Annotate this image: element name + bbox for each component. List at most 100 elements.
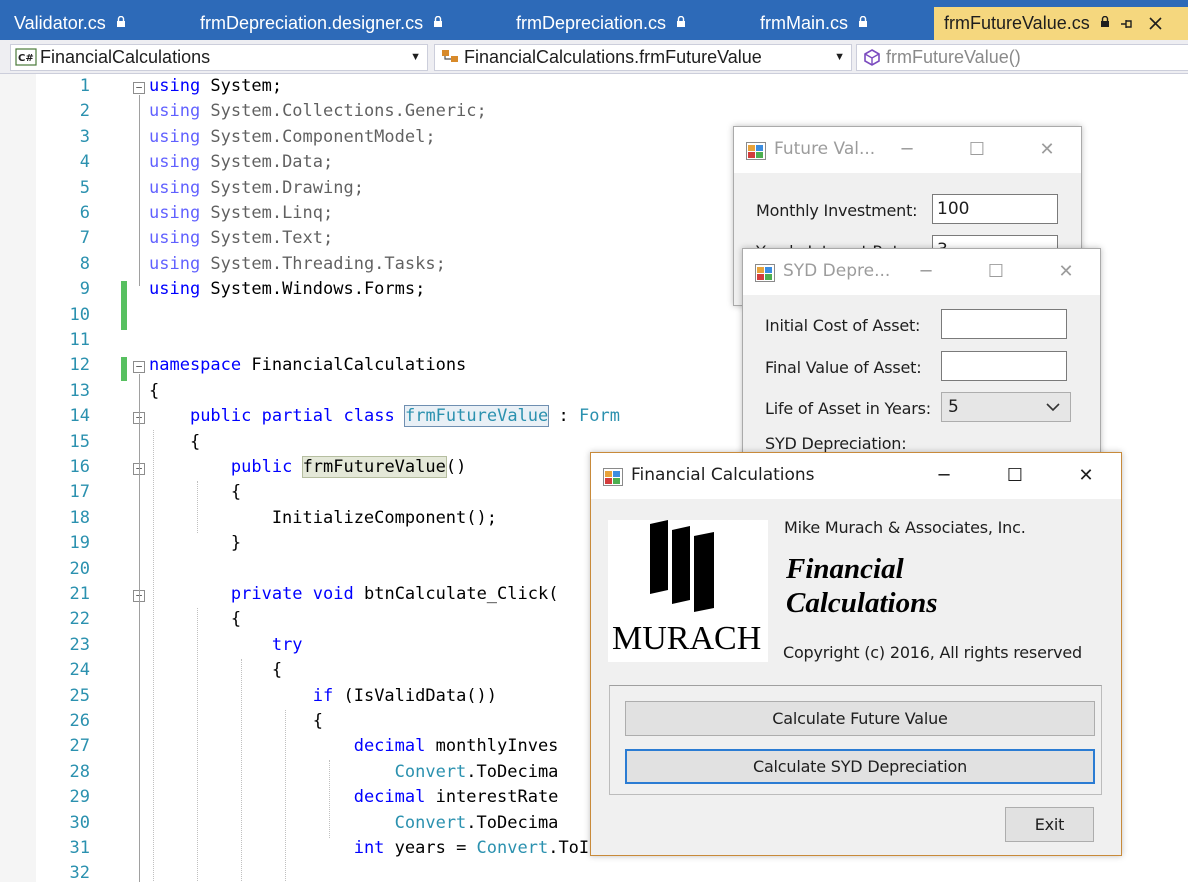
calculate-syd-depreciation-button[interactable]: Calculate SYD Depreciation <box>625 749 1095 784</box>
tab-frmdepreciation-designer[interactable]: frmDepreciation.designer.cs <box>190 7 443 40</box>
code-token: System.Linq; <box>200 203 334 223</box>
company-name: Mike Murach & Associates, Inc. <box>784 518 1026 537</box>
line-number: 16 <box>69 457 90 477</box>
line-number: 11 <box>69 330 90 350</box>
tab-validator[interactable]: Validator.cs <box>4 7 126 40</box>
code-token: System.Data; <box>200 152 334 173</box>
pin-icon[interactable] <box>1120 17 1134 31</box>
line-number: 8 <box>79 253 90 274</box>
line-number: 19 <box>69 533 90 554</box>
code-token: { <box>149 482 242 503</box>
code-token: FinancialCalculations <box>241 355 467 376</box>
line-number: 4 <box>79 152 90 173</box>
code-line[interactable]: using System; <box>149 76 282 96</box>
final-value-field[interactable] <box>941 351 1067 381</box>
initial-cost-field[interactable] <box>941 309 1067 339</box>
indent-guide <box>241 658 242 882</box>
gutter <box>0 74 36 882</box>
code-line[interactable]: decimal interestRate <box>149 787 559 807</box>
code-token: } <box>149 533 242 554</box>
tab-frmmain[interactable]: frmMain.cs <box>750 7 868 40</box>
title-bar[interactable]: Financial Calculations ─ ☐ ✕ <box>591 453 1121 499</box>
code-token: using <box>149 228 201 249</box>
project-dropdown[interactable]: C# FinancialCalculations ▼ <box>10 44 428 71</box>
monthly-investment-label: Monthly Investment: <box>756 201 918 220</box>
financial-calculations-window[interactable]: Financial Calculations ─ ☐ ✕ MURACH Mike… <box>590 452 1122 856</box>
line-number: 9 <box>79 279 90 300</box>
code-line[interactable]: { <box>149 381 159 401</box>
code-line[interactable]: Convert.ToDecima <box>149 812 559 833</box>
code-token: System.Threading.Tasks; <box>200 253 446 274</box>
murach-logo: MURACH <box>608 520 768 662</box>
code-token: Convert <box>394 812 467 833</box>
code-line[interactable]: { <box>149 432 200 452</box>
outline-line <box>139 476 140 541</box>
method-icon <box>864 49 880 66</box>
code-line[interactable]: decimal monthlyInves <box>149 736 559 756</box>
code-line[interactable]: using System.Collections.Generic; <box>149 101 487 121</box>
code-line[interactable]: InitializeComponent(); <box>149 508 497 528</box>
code-line[interactable]: using System.ComponentModel; <box>149 127 436 147</box>
code-line[interactable]: { <box>149 711 323 731</box>
member-dropdown[interactable]: frmFutureValue() <box>856 44 1188 71</box>
close-button[interactable]: ✕ <box>1063 461 1109 491</box>
minimize-button[interactable]: ─ <box>921 461 967 491</box>
code-line[interactable]: public frmFutureValue() <box>149 456 466 478</box>
close-button[interactable]: ✕ <box>1024 135 1070 165</box>
tab-frmdepreciation[interactable]: frmDepreciation.cs <box>506 7 686 40</box>
close-button[interactable]: ✕ <box>1043 257 1089 287</box>
code-token: using <box>149 177 201 198</box>
outline-line <box>139 95 140 287</box>
window-title: SYD Depre... <box>783 261 891 281</box>
close-tab-icon[interactable] <box>1148 16 1163 31</box>
code-token: Convert <box>394 761 467 782</box>
line-number: 22 <box>69 609 90 630</box>
title-bar[interactable]: SYD Depre... ─ ☐ ✕ <box>743 249 1100 295</box>
exit-button[interactable]: Exit <box>1005 807 1094 842</box>
maximize-button[interactable]: ☐ <box>992 461 1038 491</box>
code-line[interactable]: namespace FinancialCalculations <box>149 355 466 375</box>
code-line[interactable]: { <box>149 660 282 680</box>
maximize-button[interactable]: ☐ <box>954 135 1000 165</box>
form-icon <box>755 264 775 282</box>
code-line[interactable]: using System.Windows.Forms; <box>149 279 425 299</box>
code-line[interactable]: private void btnCalculate_Click( <box>149 584 559 604</box>
code-line[interactable]: using System.Drawing; <box>149 178 364 198</box>
monthly-investment-field[interactable]: 100 <box>932 194 1058 224</box>
code-line[interactable]: } <box>149 533 241 553</box>
murach-logo-mark <box>650 520 714 612</box>
calculate-future-value-button[interactable]: Calculate Future Value <box>625 701 1095 736</box>
line-number: 14 <box>69 406 90 427</box>
code-token: frmFutureValue <box>301 456 447 478</box>
code-line[interactable]: { <box>149 609 241 629</box>
title-bar[interactable]: Future Val... ─ ☐ ✕ <box>734 127 1081 173</box>
minimize-button[interactable]: ─ <box>884 135 930 165</box>
syd-depreciation-window[interactable]: SYD Depre... ─ ☐ ✕ Initial Cost of Asset… <box>742 248 1101 468</box>
code-line[interactable]: using System.Data; <box>149 152 333 172</box>
maximize-button[interactable]: ☐ <box>973 257 1019 287</box>
collapse-toggle-icon[interactable]: − <box>133 361 145 374</box>
life-combobox[interactable]: 5 <box>941 392 1071 422</box>
code-line[interactable]: Convert.ToDecima <box>149 761 559 782</box>
member-name: frmFutureValue() <box>886 47 1021 67</box>
tab-frmfuturevalue[interactable]: frmFutureValue.cs <box>934 7 1188 40</box>
code-token: using <box>149 126 201 147</box>
change-marker <box>121 281 127 330</box>
code-line[interactable]: try <box>149 635 303 655</box>
type-dropdown[interactable]: FinancialCalculations.frmFutureValue ▼ <box>434 44 852 71</box>
code-line[interactable]: { <box>149 482 241 502</box>
outline-line <box>139 603 140 882</box>
code-line[interactable]: if (IsValidData()) <box>149 686 497 706</box>
code-line[interactable]: using System.Linq; <box>149 203 333 223</box>
code-line[interactable]: public partial class frmFutureValue : Fo… <box>149 405 620 428</box>
code-line[interactable]: using System.Threading.Tasks; <box>149 254 446 274</box>
minimize-button[interactable]: ─ <box>903 257 949 287</box>
code-token: Convert <box>476 838 549 858</box>
collapse-toggle-icon[interactable]: − <box>133 82 145 94</box>
line-number: 21 <box>69 584 90 604</box>
code-line[interactable]: using System.Text; <box>149 228 333 248</box>
